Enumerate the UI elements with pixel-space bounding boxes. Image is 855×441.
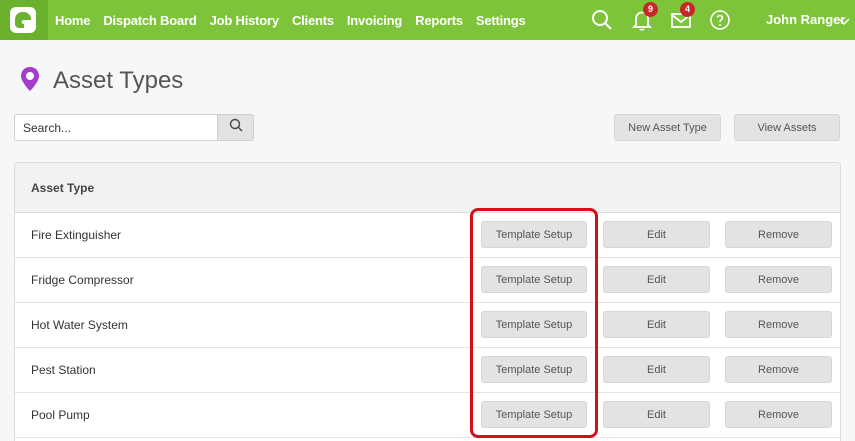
- remove-button[interactable]: Remove: [725, 221, 832, 248]
- table-header: Asset Type: [15, 163, 840, 213]
- chevron-down-icon[interactable]: [838, 14, 850, 32]
- app-logo-icon: [10, 7, 36, 33]
- search-icon: [229, 118, 243, 137]
- envelope-icon[interactable]: 4: [669, 2, 695, 32]
- column-header-asset-type: Asset Type: [31, 181, 95, 195]
- nav-home[interactable]: Home: [55, 13, 91, 28]
- asset-type-name: Pool Pump: [31, 408, 90, 422]
- user-name[interactable]: John Ranger: [766, 12, 845, 27]
- location-pin-icon: [20, 66, 40, 97]
- asset-type-name: Fire Extinguisher: [31, 228, 122, 242]
- template-setup-highlight: [470, 208, 598, 438]
- remove-button[interactable]: Remove: [725, 401, 832, 428]
- main-nav: Home Dispatch Board Job History Clients …: [55, 0, 539, 40]
- asset-types-table: Asset Type Fire Extinguisher Template Se…: [14, 162, 841, 441]
- table-row: Pest Station Template Setup Edit Remove: [15, 348, 840, 393]
- nav-clients[interactable]: Clients: [292, 13, 334, 28]
- search-button[interactable]: [217, 114, 254, 141]
- asset-type-name: Pest Station: [31, 363, 96, 377]
- table-row: Pool Pump Template Setup Edit Remove: [15, 393, 840, 438]
- help-icon[interactable]: [708, 8, 732, 32]
- notifications-badge: 9: [643, 2, 658, 17]
- table-row: Hot Water System Template Setup Edit Rem…: [15, 303, 840, 348]
- edit-button[interactable]: Edit: [603, 221, 710, 248]
- new-asset-type-button[interactable]: New Asset Type: [614, 114, 721, 141]
- edit-button[interactable]: Edit: [603, 311, 710, 338]
- nav-reports[interactable]: Reports: [415, 13, 463, 28]
- nav-invoicing[interactable]: Invoicing: [347, 13, 402, 28]
- page-title: Asset Types: [53, 67, 184, 94]
- app-logo[interactable]: [0, 0, 48, 40]
- bell-icon[interactable]: 9: [630, 2, 658, 32]
- search-icon[interactable]: [590, 8, 614, 32]
- page-header: Asset Types: [20, 66, 183, 96]
- nav-job-history[interactable]: Job History: [210, 13, 280, 28]
- remove-button[interactable]: Remove: [725, 311, 832, 338]
- messages-badge: 4: [680, 2, 695, 17]
- table-row: Fire Extinguisher Template Setup Edit Re…: [15, 213, 840, 258]
- search-input[interactable]: [14, 114, 217, 141]
- view-assets-button[interactable]: View Assets: [734, 114, 840, 141]
- edit-button[interactable]: Edit: [603, 356, 710, 383]
- asset-type-name: Hot Water System: [31, 318, 128, 332]
- edit-button[interactable]: Edit: [603, 401, 710, 428]
- edit-button[interactable]: Edit: [603, 266, 710, 293]
- top-navbar: Home Dispatch Board Job History Clients …: [0, 0, 855, 40]
- asset-type-name: Fridge Compressor: [31, 273, 134, 287]
- table-row: Fridge Compressor Template Setup Edit Re…: [15, 258, 840, 303]
- remove-button[interactable]: Remove: [725, 266, 832, 293]
- remove-button[interactable]: Remove: [725, 356, 832, 383]
- nav-settings[interactable]: Settings: [476, 13, 526, 28]
- nav-dispatch-board[interactable]: Dispatch Board: [103, 13, 196, 28]
